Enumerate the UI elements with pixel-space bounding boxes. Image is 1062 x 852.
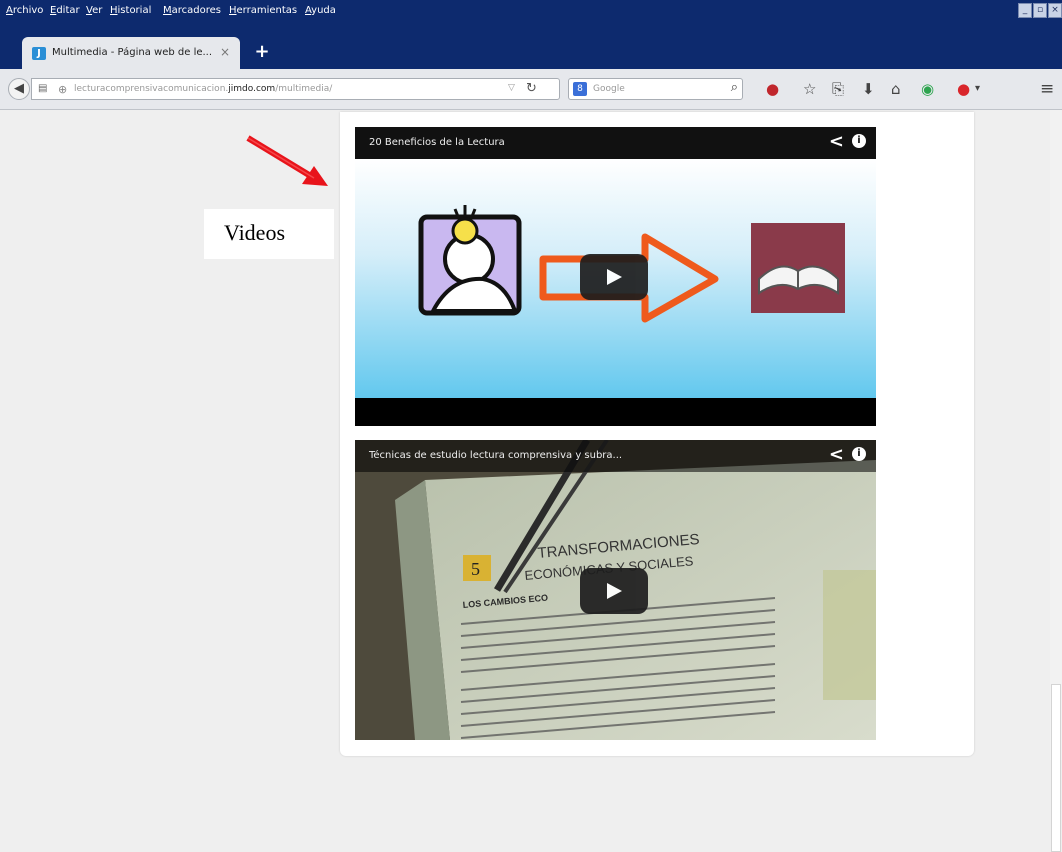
video-title-1[interactable]: 20 Beneficios de la Lectura: [369, 137, 505, 148]
addon-abp-icon[interactable]: ●: [957, 79, 970, 99]
menu-marcadores[interactable]: Marcadores: [163, 5, 221, 16]
video-title-2[interactable]: Técnicas de estudio lectura comprensiva …: [369, 450, 622, 461]
addon-record-icon[interactable]: ●: [766, 79, 779, 99]
reload-icon[interactable]: ↻: [526, 81, 537, 96]
search-engine-icon[interactable]: 8: [573, 82, 587, 96]
addon-dropdown-icon[interactable]: ▾: [975, 79, 980, 99]
new-tab-button[interactable]: +: [252, 42, 272, 62]
minimize-button[interactable]: _: [1018, 3, 1032, 18]
bookmarks-menu-icon[interactable]: ⎘: [832, 79, 844, 99]
menu-herramientas[interactable]: Herramientas: [229, 5, 297, 16]
video-player-1[interactable]: 20 Beneficios de la Lectura < i: [355, 127, 876, 426]
tab-multimedia[interactable]: J Multimedia - Página web de le... ×: [22, 37, 240, 69]
video-header-1: 20 Beneficios de la Lectura < i: [355, 127, 876, 159]
window-controls: _ ▫ ×: [1018, 3, 1062, 18]
tab-title: Multimedia - Página web de le...: [52, 47, 213, 58]
url-bar[interactable]: ▤ ⊕ lecturacomprensivacomunicacion.jimdo…: [31, 78, 560, 100]
close-window-button[interactable]: ×: [1048, 3, 1062, 18]
svg-text:5: 5: [471, 559, 480, 579]
annotation-label-box: Videos: [204, 209, 334, 259]
bookmark-star-icon[interactable]: ☆: [803, 79, 816, 99]
hamburger-menu-icon[interactable]: ≡: [1040, 79, 1054, 99]
back-arrow-icon: ◀: [14, 81, 24, 96]
scrollbar-thumb[interactable]: [1051, 684, 1061, 852]
share-icon[interactable]: <: [829, 444, 844, 465]
globe-icon: ⊕: [58, 83, 68, 96]
menu-ver[interactable]: Ver: [86, 5, 102, 16]
menu-ayuda[interactable]: Ayuda: [305, 5, 336, 16]
search-placeholder: Google: [593, 84, 625, 94]
menu-historial[interactable]: Historial: [110, 5, 151, 16]
search-bar[interactable]: 8 Google ⌕: [568, 78, 743, 100]
menu-bar: Archivo Editar Ver Historial Marcadores …: [0, 0, 1062, 22]
navigation-bar: ◀ ▤ ⊕ lecturacomprensivacomunicacion.jim…: [0, 69, 1062, 110]
info-icon[interactable]: i: [852, 447, 866, 461]
play-button-2[interactable]: [580, 568, 648, 614]
maximize-button[interactable]: ▫: [1033, 3, 1047, 18]
back-button[interactable]: ◀: [8, 78, 30, 100]
annotation-arrow-icon: [246, 135, 328, 186]
jimdo-favicon-icon: J: [32, 47, 46, 60]
page-scrollbar[interactable]: [1050, 110, 1062, 852]
info-icon[interactable]: i: [852, 134, 866, 148]
search-icon[interactable]: ⌕: [731, 80, 738, 95]
download-icon[interactable]: ⬇: [862, 79, 875, 99]
video-header-2: Técnicas de estudio lectura comprensiva …: [355, 440, 876, 472]
tab-close-icon[interactable]: ×: [220, 45, 230, 59]
annotation-label: Videos: [224, 220, 286, 245]
addon-green-icon[interactable]: ◉: [921, 79, 934, 99]
menu-archivo[interactable]: Archivo: [6, 5, 43, 16]
share-icon[interactable]: <: [829, 131, 844, 152]
video-player-2[interactable]: 5 TRANSFORMACIONES ECONÓMICAS Y SOCIALES…: [355, 440, 876, 740]
url-dropdown-icon[interactable]: ▽: [508, 83, 515, 93]
menu-editar[interactable]: Editar: [50, 5, 80, 16]
tab-strip: J Multimedia - Página web de le... × +: [0, 22, 1062, 69]
play-button-1[interactable]: [580, 254, 648, 300]
library-icon[interactable]: ▤: [38, 83, 47, 94]
url-text[interactable]: lecturacomprensivacomunicacion.jimdo.com…: [74, 84, 332, 94]
home-icon[interactable]: ⌂: [891, 79, 901, 99]
